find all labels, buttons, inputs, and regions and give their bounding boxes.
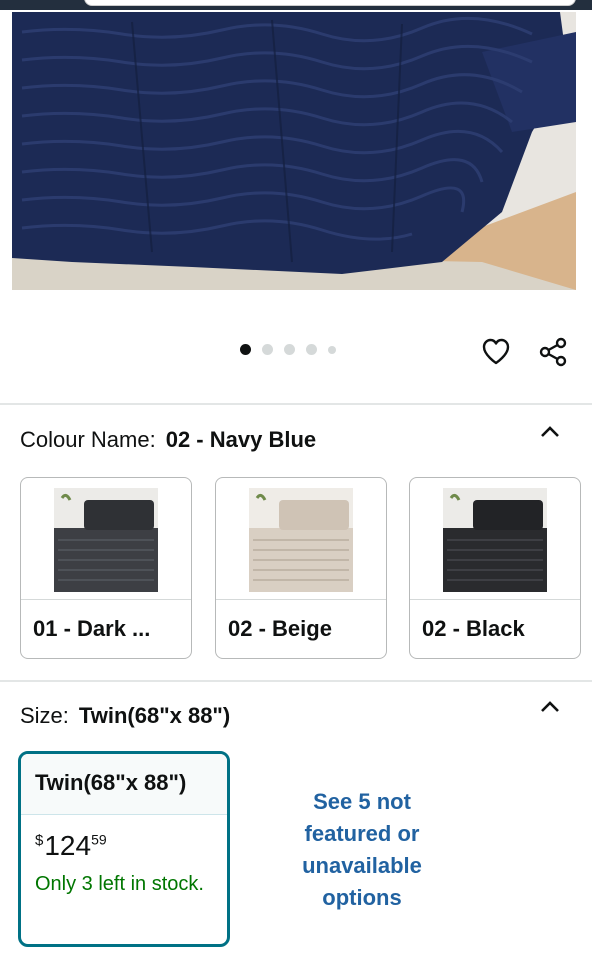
- colour-selected-value: 02 - Navy Blue: [165, 427, 317, 452]
- chevron-up-icon[interactable]: [538, 699, 562, 715]
- section-divider: [0, 680, 592, 682]
- carousel-dot[interactable]: [328, 345, 336, 354]
- colour-thumbnail: [249, 488, 353, 592]
- share-icon[interactable]: [537, 336, 569, 368]
- size-option-twin[interactable]: Twin(68"x 88") $12459 Only 3 left in sto…: [18, 751, 230, 947]
- carousel-dot[interactable]: [284, 344, 295, 355]
- carousel-dots[interactable]: [240, 344, 336, 355]
- colour-option-label: 01 - Dark ...: [33, 616, 151, 641]
- colour-option-beige[interactable]: 02 - Beige: [215, 477, 387, 659]
- price-currency: $: [35, 831, 44, 849]
- carousel-dot[interactable]: [240, 344, 251, 355]
- chevron-up-icon[interactable]: [538, 424, 562, 440]
- swatch-divider: [21, 599, 191, 600]
- swatch-divider: [216, 599, 386, 600]
- price: $12459: [35, 830, 107, 862]
- colour-option-label: 02 - Beige: [228, 616, 332, 641]
- colour-option-label: 02 - Black: [422, 616, 525, 641]
- price-fraction: 59: [91, 831, 107, 848]
- colour-name-row: Colour Name: 02 - Navy Blue: [20, 427, 316, 453]
- size-row: Size: Twin(68"x 88"): [20, 703, 230, 729]
- colour-thumbnail: [54, 488, 158, 592]
- see-more-options-link[interactable]: See 5 not featured or unavailable option…: [276, 786, 448, 914]
- size-label: Size:: [20, 703, 69, 728]
- carousel-dot[interactable]: [262, 344, 273, 355]
- colour-option-black[interactable]: 02 - Black: [409, 477, 581, 659]
- carousel-dot[interactable]: [306, 344, 317, 355]
- colour-thumbnail: [443, 488, 547, 592]
- comforter-illustration: [12, 12, 576, 290]
- price-whole: 124: [44, 830, 92, 861]
- stock-status: Only 3 left in stock.: [35, 873, 204, 895]
- heart-icon[interactable]: [480, 336, 512, 368]
- size-option-header: Twin(68"x 88"): [21, 754, 227, 815]
- search-bar[interactable]: [84, 0, 576, 6]
- product-image[interactable]: [12, 12, 576, 290]
- colour-label: Colour Name:: [20, 427, 156, 452]
- section-divider: [0, 403, 592, 405]
- colour-option-dark[interactable]: 01 - Dark ...: [20, 477, 192, 659]
- size-selected-value: Twin(68"x 88"): [78, 703, 231, 728]
- size-option-name: Twin(68"x 88"): [35, 770, 187, 795]
- top-bar: [0, 0, 592, 10]
- swatch-divider: [410, 599, 580, 600]
